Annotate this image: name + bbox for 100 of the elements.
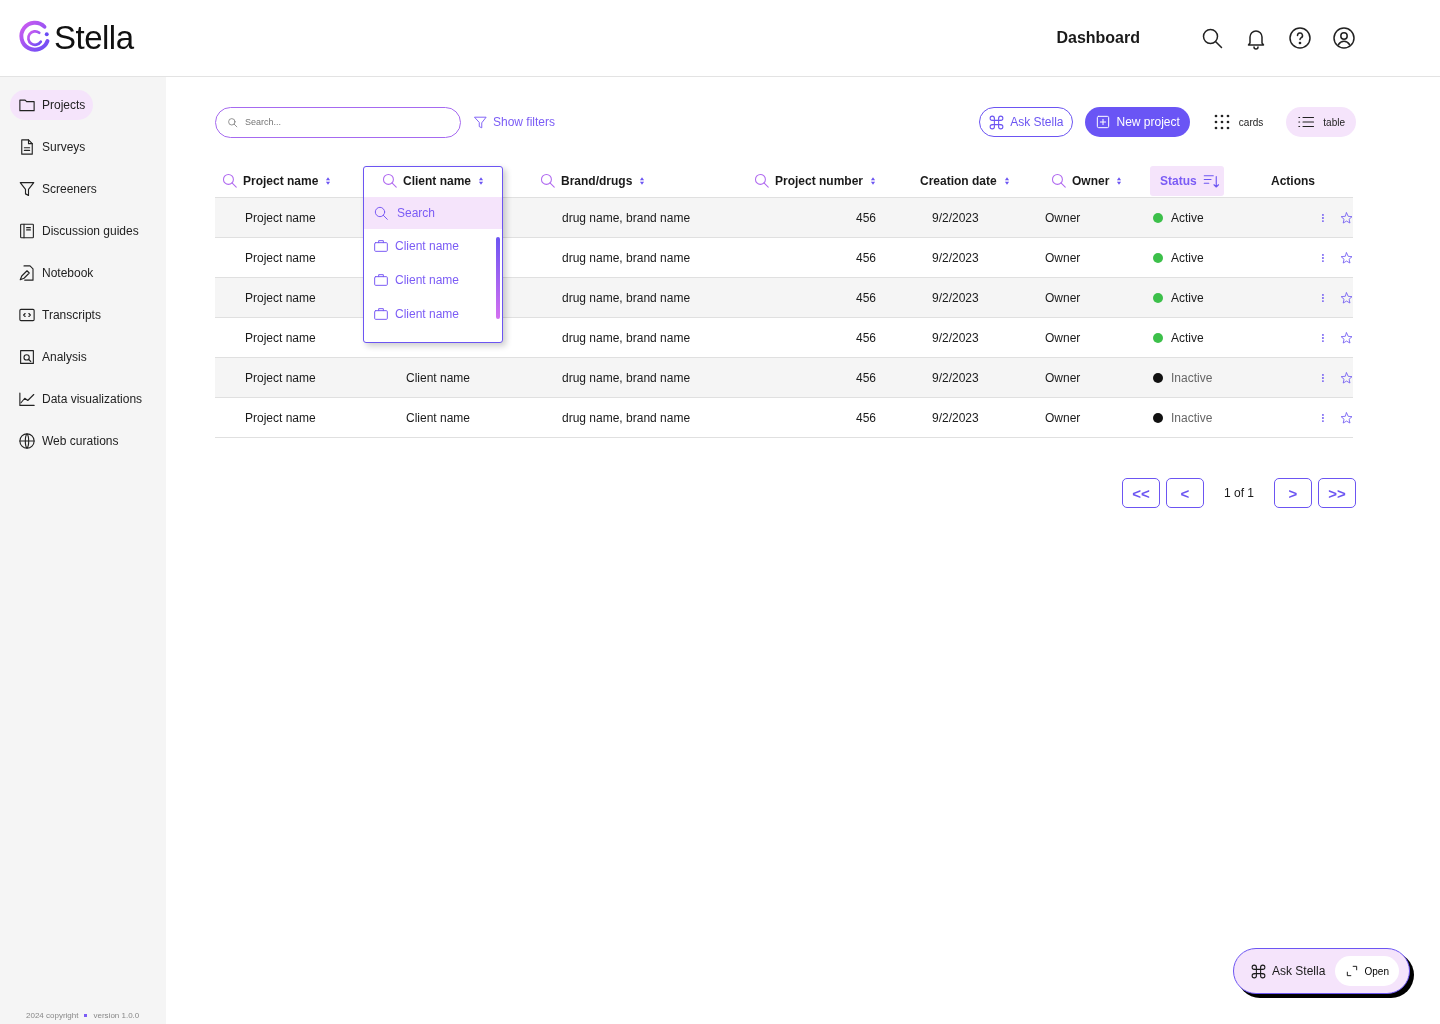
table-cell: Owner — [1045, 410, 1081, 425]
table-cell: Project name — [245, 250, 316, 265]
column-header[interactable]: Status — [1150, 165, 1224, 196]
page-indicator: 1 of 1 — [1222, 486, 1255, 500]
table-cell: drug name, brand name — [562, 290, 691, 305]
briefcase-icon — [373, 306, 389, 322]
next-page-button[interactable]: > — [1274, 478, 1312, 508]
search-field[interactable]: Search... — [215, 106, 461, 138]
status-text: Active — [1171, 210, 1204, 225]
column-header[interactable]: Project name — [215, 165, 363, 196]
view-toggle[interactable]: cards — [1201, 107, 1275, 137]
table-cell: Owner — [1045, 370, 1081, 385]
table-cell: 456 — [855, 370, 876, 385]
table-cell: drug name, brand name — [562, 250, 691, 265]
table-cell: Project name — [245, 290, 316, 305]
search-icon — [381, 172, 398, 189]
column-header[interactable]: Brand/drugs — [533, 165, 733, 196]
column-header[interactable]: Creation date — [898, 165, 1023, 196]
ask-stella-button[interactable]: Ask Stella — [979, 107, 1073, 137]
sidebar-item[interactable]: Analysis — [10, 342, 95, 372]
previous-page-button[interactable]: < — [1165, 478, 1204, 508]
command-icon — [1250, 962, 1267, 980]
column-header[interactable]: Project number — [733, 165, 898, 196]
table-cell: Owner — [1045, 250, 1081, 265]
first-page-button[interactable]: << — [1121, 478, 1160, 508]
search-icon — [539, 172, 556, 189]
command-icon — [988, 113, 1006, 131]
status-text: Active — [1171, 290, 1204, 305]
table-cell: 456 — [855, 290, 876, 305]
column-header[interactable]: Client name — [363, 165, 533, 196]
table-cell: drug name, brand name — [562, 410, 691, 425]
search-icon — [1050, 172, 1067, 189]
menu-item[interactable]: Client name — [364, 229, 502, 263]
search-icon[interactable] — [1200, 26, 1224, 50]
table-cell: Project name — [245, 370, 316, 385]
table-cell: 9/2/2023 — [932, 330, 979, 345]
document-icon — [18, 138, 36, 156]
show-filters-button[interactable]: Show filters — [473, 114, 556, 130]
book-icon — [18, 222, 36, 240]
table-cell: 9/2/2023 — [932, 290, 979, 305]
sidebar-item[interactable]: Screeners — [10, 174, 105, 204]
table-cell: 456 — [855, 410, 876, 425]
folder-icon — [18, 96, 36, 114]
sidebar-item[interactable]: Transcripts — [10, 300, 109, 330]
code-icon — [18, 306, 36, 324]
user-icon[interactable] — [1332, 26, 1356, 50]
table-cell: Project name — [245, 410, 316, 425]
table-cell: Owner — [1045, 210, 1081, 225]
table-cell: Client name — [406, 410, 471, 425]
copyright-text: 2024 copyright — [26, 1011, 79, 1020]
table-cell: Owner — [1045, 330, 1081, 345]
search-icon — [373, 205, 389, 221]
table-cell: 9/2/2023 — [932, 410, 979, 425]
sidebar-item[interactable]: Web curations — [10, 426, 127, 456]
sidebar-item[interactable]: Surveys — [10, 132, 94, 162]
logo-wordmark: Stella — [54, 19, 134, 57]
table-cell: Client name — [406, 370, 471, 385]
magnifier-icon — [18, 348, 36, 366]
plus-square-icon — [1094, 114, 1111, 130]
globe-icon — [18, 432, 36, 450]
scrollbar[interactable] — [496, 237, 500, 319]
briefcase-icon — [373, 272, 389, 288]
sidebar-item[interactable]: Discussion guides — [10, 216, 147, 246]
grid-icon — [1212, 113, 1231, 131]
table-cell: 9/2/2023 — [932, 250, 979, 265]
status-text: Inactive — [1171, 370, 1213, 385]
search-icon — [753, 172, 770, 189]
menu-item[interactable]: Client name — [364, 297, 502, 331]
column-header[interactable]: Actions — [1263, 165, 1353, 196]
column-header[interactable]: Owner — [1023, 165, 1143, 196]
table-cell: Project name — [245, 210, 316, 225]
notebook-icon — [18, 264, 36, 282]
search-icon — [227, 116, 238, 128]
table-cell: 456 — [855, 210, 876, 225]
table-cell: 9/2/2023 — [932, 210, 979, 225]
table-cell: 9/2/2023 — [932, 370, 979, 385]
table-cell: 456 — [855, 250, 876, 265]
table-cell: 456 — [855, 330, 876, 345]
search-icon — [221, 172, 238, 189]
view-toggle[interactable]: table — [1286, 107, 1356, 137]
table-cell: Project name — [245, 330, 316, 345]
briefcase-icon — [373, 238, 389, 254]
sidebar-item[interactable]: Projects — [10, 90, 94, 120]
expand-icon — [1344, 964, 1359, 978]
table-cell: drug name, brand name — [562, 370, 691, 385]
line-chart-icon — [18, 390, 36, 408]
status-text: Active — [1171, 250, 1204, 265]
widget-label: Ask Stella — [1272, 964, 1327, 978]
sidebar-item[interactable]: Notebook — [10, 258, 102, 288]
help-icon[interactable] — [1288, 26, 1312, 50]
sidebar-item[interactable]: Data visualizations — [10, 384, 151, 414]
search-option[interactable]: Search — [364, 197, 502, 229]
table-cell: drug name, brand name — [562, 210, 691, 225]
filter-icon — [18, 180, 36, 198]
status-text: Inactive — [1171, 410, 1213, 425]
open-button[interactable]: Open — [1334, 956, 1399, 986]
menu-item[interactable]: Client name — [364, 263, 502, 297]
last-page-button[interactable]: >> — [1318, 478, 1356, 508]
new-project-button[interactable]: New project — [1084, 107, 1190, 137]
status-text: Active — [1171, 330, 1204, 345]
